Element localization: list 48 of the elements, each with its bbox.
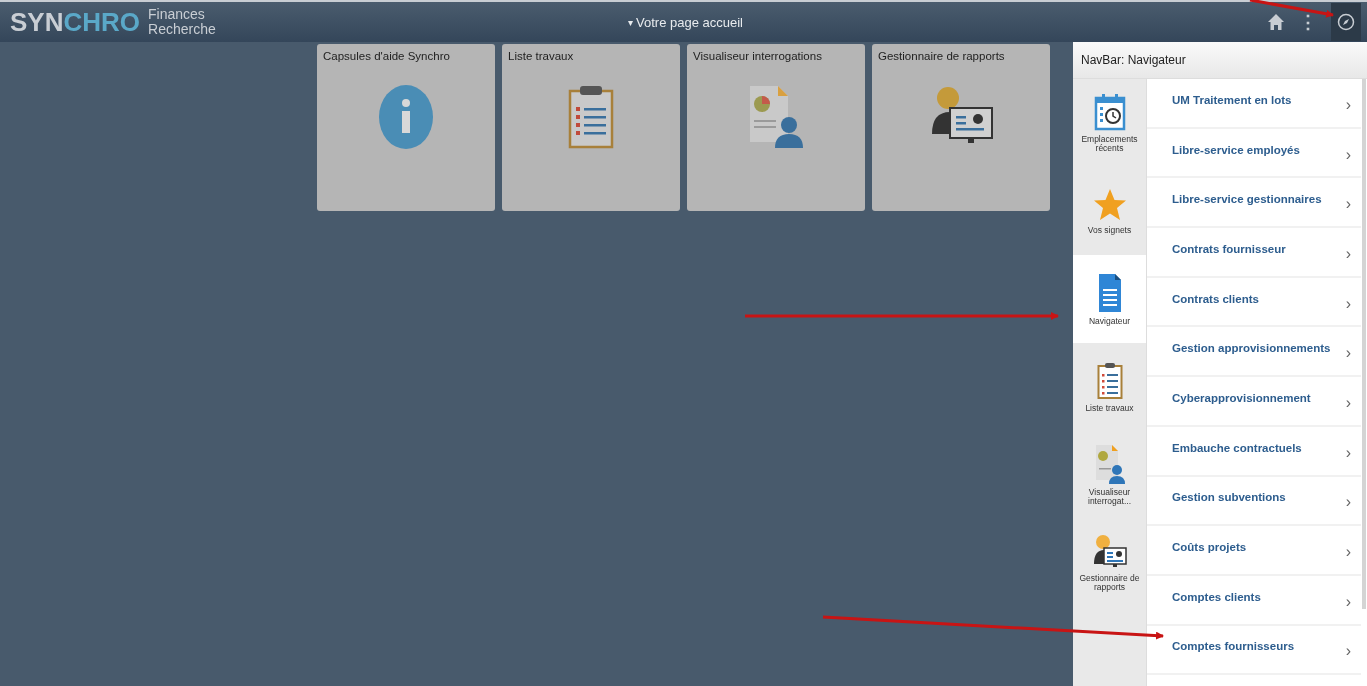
tile[interactable]: Gestionnaire de rapports (872, 44, 1050, 211)
caret-icon[interactable]: ▾ (628, 16, 633, 28)
tile-title: Gestionnaire de rapports (877, 49, 1006, 62)
chevron-icon: › (1345, 393, 1351, 412)
chevron-icon: › (1345, 592, 1351, 611)
chevron-icon: › (1345, 145, 1351, 164)
panel-title: NavBar: Navigateur (1081, 53, 1186, 67)
clipboard-icon (1096, 361, 1123, 400)
chevron-icon: › (1345, 443, 1351, 462)
scrollbar[interactable] (1362, 79, 1366, 609)
page-title[interactable]: Votre page accueil (636, 14, 743, 30)
star-icon (1092, 187, 1127, 222)
tile[interactable]: Liste travaux (502, 44, 680, 211)
chevron-icon: › (1345, 543, 1351, 562)
logo: SYNCHRO (10, 6, 141, 38)
info-icon (378, 83, 434, 150)
navbar-tab[interactable]: Visualiseur interrogat... (1073, 431, 1146, 519)
chevron-icon: › (1345, 294, 1351, 313)
document-icon (1097, 272, 1122, 313)
navbar-tab[interactable]: Liste travaux (1073, 343, 1146, 431)
home-icon[interactable] (1267, 13, 1285, 31)
navbar-tab[interactable]: Vos signets (1073, 167, 1146, 255)
calendar-clock-icon (1093, 93, 1126, 131)
chevron-icon: › (1345, 642, 1351, 661)
chevron-icon: › (1345, 195, 1351, 214)
tile[interactable]: Capsules d'aide Synchro (317, 44, 495, 211)
chevron-icon: › (1345, 244, 1351, 263)
compass-icon (1337, 13, 1355, 31)
navigator-item[interactable]: Comptes fournisseurs › (1147, 625, 1361, 676)
navbar-tab[interactable]: Navigateur (1073, 255, 1146, 343)
chevron-icon: › (1345, 95, 1351, 114)
tile-title: Visualiseur interrogations (692, 49, 823, 62)
manager-screen-icon (1091, 534, 1128, 570)
tile[interactable]: Visualiseur interrogations (687, 44, 865, 211)
report-user-icon (1094, 444, 1125, 484)
menu-icon[interactable]: ⋮ (1299, 11, 1317, 33)
clipboard-icon (568, 84, 614, 149)
navigator-item[interactable]: Comptes clients › (1147, 575, 1361, 626)
app-subtitle: Finances (148, 7, 206, 22)
navbar-tab[interactable]: Gestionnaire de rapports (1073, 519, 1146, 607)
chevron-icon: › (1345, 493, 1351, 512)
chevron-icon: › (1345, 344, 1351, 363)
tile-title: Capsules d'aide Synchro (322, 49, 451, 62)
tile-title: Liste travaux (507, 49, 575, 62)
navbar-tab[interactable]: Emplacements récents (1073, 79, 1146, 167)
app-subtitle: Recherche (148, 22, 216, 37)
report-user-icon (748, 83, 804, 150)
navbar-button[interactable] (1331, 3, 1361, 41)
